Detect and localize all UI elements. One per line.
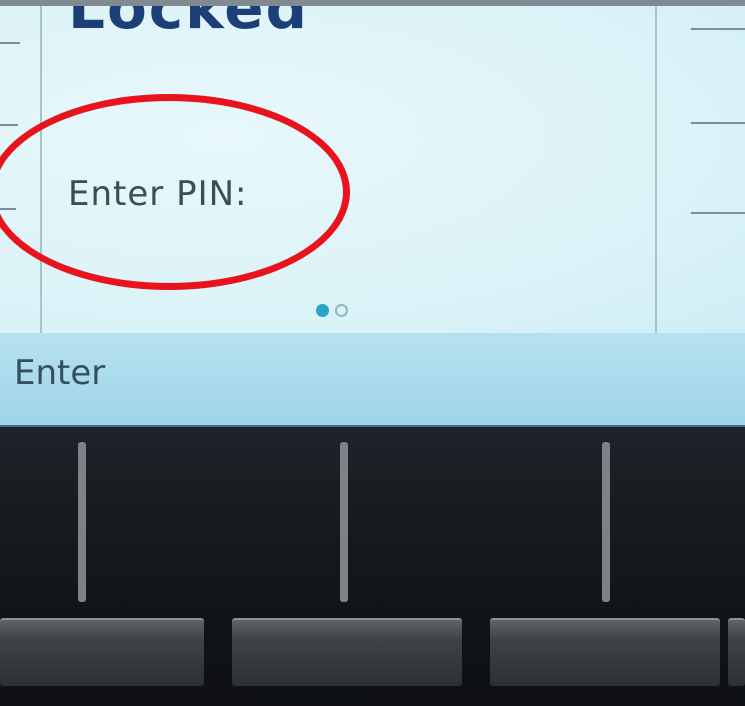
page-dot-active-icon (316, 303, 329, 317)
softkey-bar: Enter (0, 333, 745, 427)
red-annotation-circle-icon (0, 94, 350, 290)
line-key-marker (691, 28, 745, 30)
line-key-marker (0, 42, 20, 44)
softkey-button-1[interactable] (0, 618, 204, 686)
softkey-button-3[interactable] (490, 618, 720, 686)
softkey-enter-label[interactable]: Enter (14, 353, 105, 393)
softkey-divider (602, 442, 610, 602)
screen-title: Locked (68, 6, 310, 42)
softkey-button-4[interactable] (728, 618, 745, 686)
softkey-button-2[interactable] (232, 618, 462, 686)
softkey-divider (78, 442, 86, 602)
line-key-marker (0, 124, 18, 126)
line-key-marker (691, 122, 745, 124)
page-dot-inactive-icon (335, 303, 348, 317)
softkey-divider (340, 442, 348, 602)
page-indicator (316, 302, 348, 318)
right-line-key-column (655, 6, 745, 333)
line-key-marker (691, 212, 745, 214)
